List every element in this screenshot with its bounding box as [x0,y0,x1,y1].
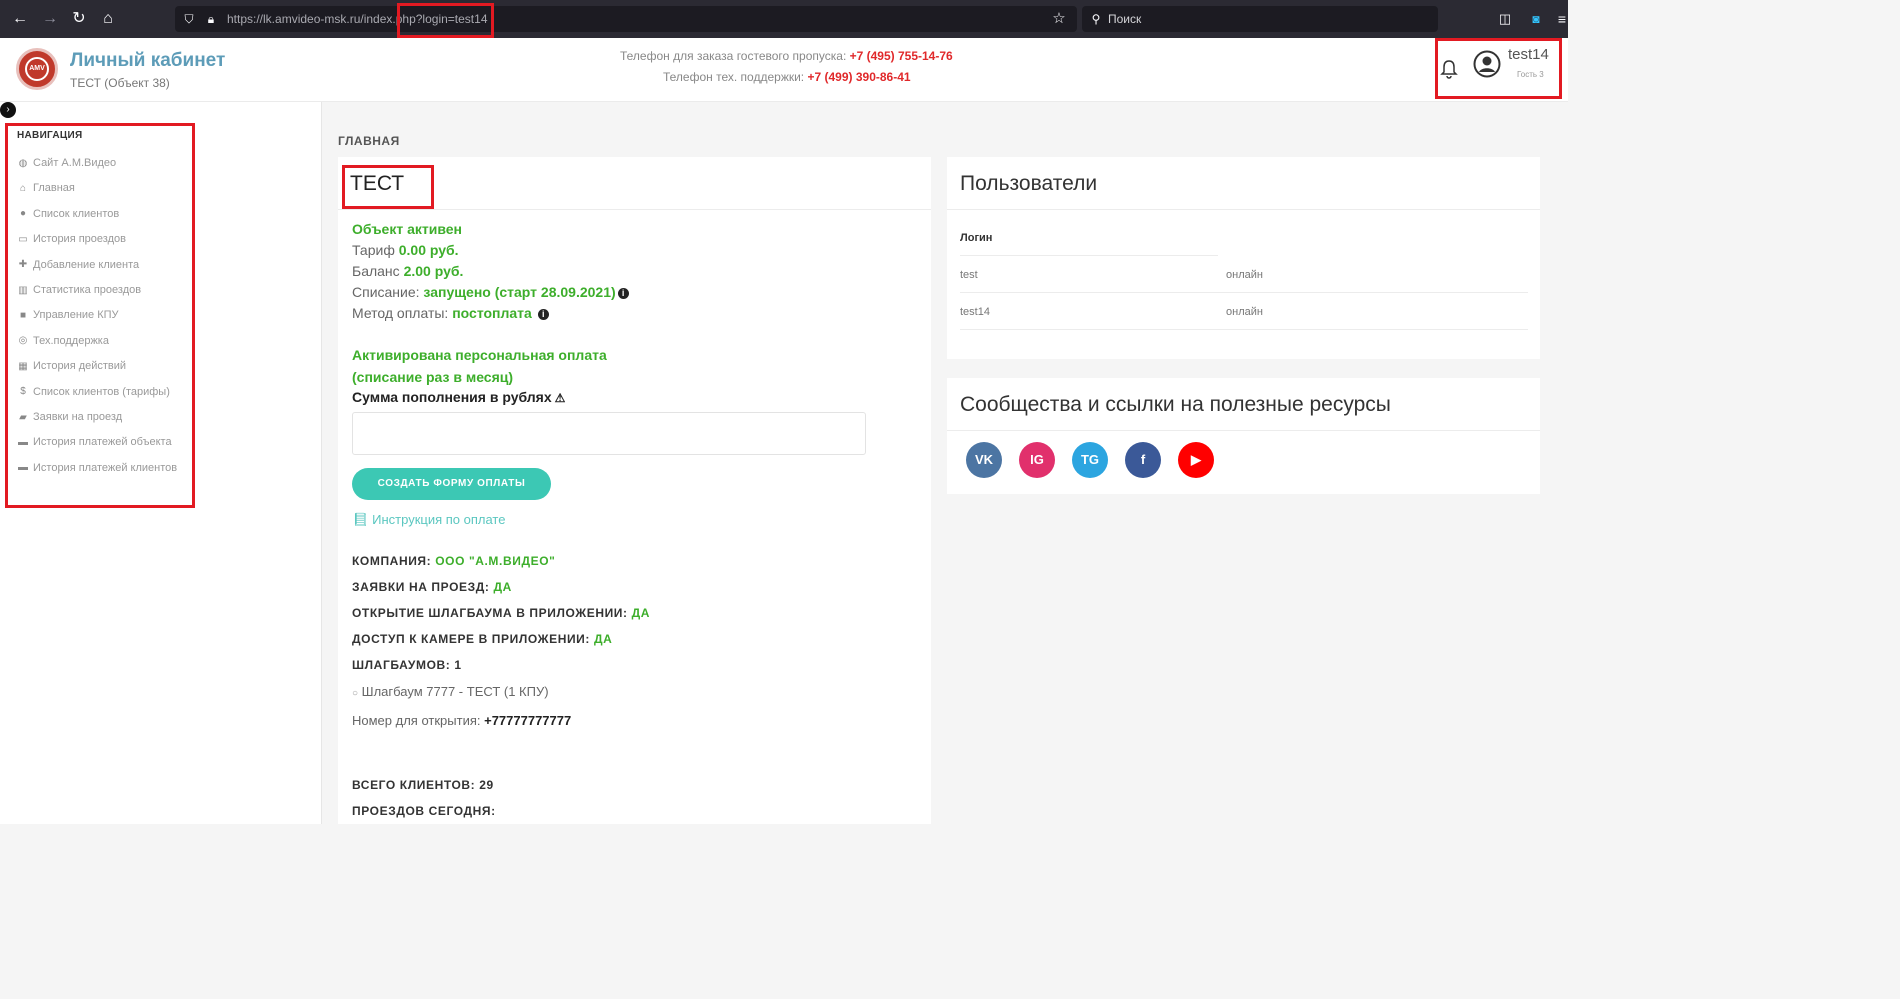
highlight-navigation [5,123,195,508]
menu-icon[interactable]: ≡ [1552,9,1572,29]
user-login-cell: test14 [960,306,990,318]
url-bar[interactable]: ⛉ 🔒︎ https://lk.amvideo-msk.ru/index.php… [175,6,1077,32]
create-payment-form-button[interactable]: СОЗДАТЬ ФОРМУ ОПЛАТЫ [352,468,551,500]
personal-payment-line1: Активирована персональная оплата [352,347,607,363]
user-status-cell: онлайн [1226,306,1263,318]
site-header: AMV Личный кабинет ТЕСТ (Объект 38) Теле… [0,38,1568,102]
barrier-item-label: Шлагбаум 7777 - ТЕСТ (1 КПУ) [361,684,549,699]
writeoff-label: Списание: [352,284,420,300]
browser-toolbar: ← → ↻ ⌂ ⛉ 🔒︎ https://lk.amvideo-msk.ru/i… [0,0,1568,38]
home-browser-icon[interactable]: ⌂ [98,9,118,29]
table-row-divider [960,329,1528,330]
open-number-value: +77777777777 [484,713,572,728]
guest-phone-line: Телефон для заказа гостевого пропуска: +… [620,49,953,63]
payment-method-line: Метод оплаты: постоплата i [352,305,549,321]
divider [947,209,1540,210]
telegram-icon[interactable]: TG [1072,442,1108,478]
camera-value: ДА [593,632,613,646]
barriers-count: ШЛАГБАУМОВ: 1 [352,658,462,672]
breadcrumb: ГЛАВНАЯ [338,134,400,148]
links-card-title: Сообщества и ссылки на полезные ресурсы [960,393,1391,416]
barrier-app-line: ОТКРЫТИЕ ШЛАГБАУМА В ПРИЛОЖЕНИИ: ДА [352,606,650,620]
tariff-label: Тариф [352,242,395,258]
facebook-icon[interactable]: f [1125,442,1161,478]
tariff-value: 0.00 руб. [398,242,459,258]
warning-icon: ⚠ [554,391,566,405]
camera-line: ДОСТУП К КАМЕРЕ В ПРИЛОЖЕНИИ: ДА [352,632,612,646]
camera-label: ДОСТУП К КАМЕРЕ В ПРИЛОЖЕНИИ: [352,632,591,646]
guest-phone[interactable]: +7 (495) 755-14-76 [850,49,953,63]
guest-phone-label: Телефон для заказа гостевого пропуска: [620,49,847,63]
url-host: https://lk.amvideo-msk.ru/ [227,12,364,26]
lock-icon: 🔒︎ [207,12,215,26]
youtube-icon[interactable]: ▶ [1178,442,1214,478]
writeoff-value: запущено (старт 28.09.2021) [423,284,616,300]
divider [947,430,1540,431]
amount-input[interactable] [352,412,866,455]
shield-icon: ⛉ [184,12,194,26]
requests-line: ЗАЯВКИ НА ПРОЕЗД: ДА [352,580,512,594]
personal-payment-line2: (списание раз в месяц) [352,369,514,385]
instruction-link[interactable]: 📘︎ Инструкция по оплате [352,512,505,528]
instagram-icon[interactable]: IG [1019,442,1055,478]
support-phone-line: Телефон тех. поддержки: +7 (499) 390-86-… [663,70,911,84]
column-login: Логин [960,232,993,244]
support-phone-label: Телефон тех. поддержки: [663,70,805,84]
logo[interactable]: AMV [16,48,58,90]
barrier-item: ○ Шлагбаум 7777 - ТЕСТ (1 КПУ) [352,684,549,699]
object-status: Объект активен [352,221,463,237]
requests-label: ЗАЯВКИ НА ПРОЕЗД: [352,580,490,594]
book-icon: 📘︎ [352,512,369,527]
divider [960,255,1218,256]
forward-icon[interactable]: → [40,9,60,29]
total-clients: ВСЕГО КЛИЕНТОВ: 29 [352,778,494,792]
table-row-divider [960,292,1528,293]
logo-text: AMV [25,57,49,81]
requests-value: ДА [493,580,512,594]
highlight-url-login [397,3,494,38]
sidebar-toggle-icon[interactable]: › [0,102,16,118]
open-number-label: Номер для открытия: [352,713,481,728]
barrier-app-value: ДА [631,606,650,620]
user-login-cell: test [960,269,978,281]
page-title: Личный кабинет [70,50,226,71]
highlight-user [1435,38,1562,99]
balance-label: Баланс [352,263,400,279]
company-label: КОМПАНИЯ: [352,554,432,568]
circle-bullet-icon: ○ [352,688,359,699]
barrier-app-label: ОТКРЫТИЕ ШЛАГБАУМА В ПРИЛОЖЕНИИ: [352,606,628,620]
bookmark-star-icon[interactable]: ☆ [1049,9,1069,29]
users-card-title: Пользователи [960,172,1098,195]
amount-label-line: Сумма пополнения в рублях ⚠ [352,389,565,405]
instruction-link-label[interactable]: Инструкция по оплате [372,512,505,527]
passes-today: ПРОЕЗДОВ СЕГОДНЯ: [352,804,496,818]
user-status-cell: онлайн [1226,269,1263,281]
back-icon[interactable]: ← [10,9,30,29]
info-icon[interactable]: i [617,288,629,299]
vk-icon[interactable]: VK [966,442,1002,478]
highlight-object-title [342,165,434,209]
info-icon[interactable]: i [537,309,549,320]
reload-icon[interactable]: ↻ [69,9,89,29]
balance-line: Баланс 2.00 руб. [352,263,463,279]
payment-method-value: постоплата [452,305,532,321]
search-placeholder: Поиск [1108,12,1142,26]
pocket-icon[interactable]: ◫ [1495,9,1515,29]
company-value: ООО "А.М.ВИДЕО" [435,554,556,568]
writeoff-line: Списание: запущено (старт 28.09.2021) i [352,284,629,300]
search-icon: ⚲ [1091,12,1101,26]
payment-method-label: Метод оплаты: [352,305,449,321]
browser-search[interactable]: ⚲ Поиск [1082,6,1438,32]
balance-value: 2.00 руб. [403,263,464,279]
extension-icon[interactable]: ◙ [1526,9,1546,29]
object-subtitle: ТЕСТ (Объект 38) [70,76,170,90]
support-phone[interactable]: +7 (499) 390-86-41 [807,70,910,84]
open-number-line: Номер для открытия: +77777777777 [352,713,571,728]
amount-label: Сумма пополнения в рублях [352,389,552,405]
tariff-line: Тариф 0.00 руб. [352,242,459,258]
company-line: КОМПАНИЯ: ООО "А.М.ВИДЕО" [352,554,555,568]
